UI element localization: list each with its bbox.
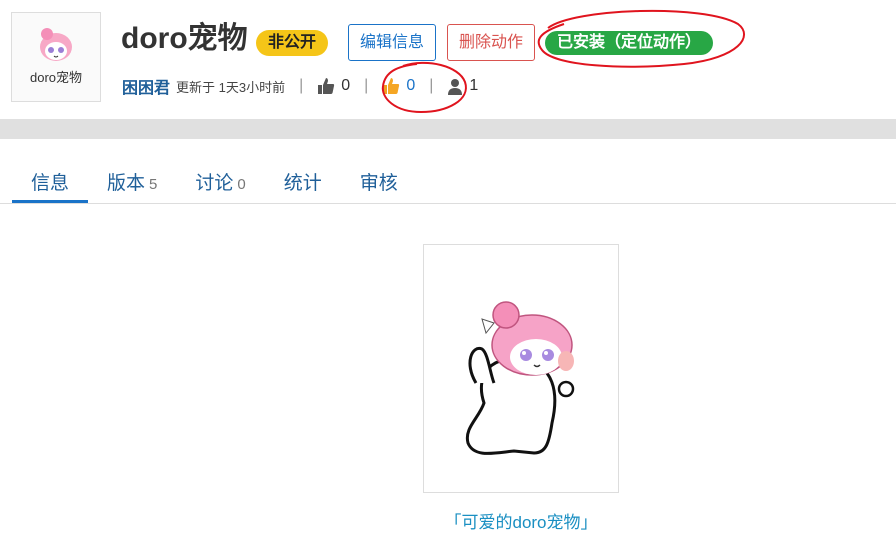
action-thumbnail: doro宠物 [11,12,101,102]
thumbs-up-count: 0 [406,77,416,94]
visibility-badge: 非公开 [256,30,329,56]
doro-character-illustration [465,301,575,455]
tab-info[interactable]: 信息 [12,160,89,203]
thumbnail-label: doro宠物 [29,70,83,85]
tab-label: 讨论 [195,173,234,194]
user-icon [448,78,463,95]
thumbs-up-orange-icon [383,78,400,94]
thumbs-up-stat[interactable]: 0 [382,77,415,95]
like-count: 0 [341,77,351,94]
tab-label: 版本 [107,173,146,194]
tab-label: 统计 [283,173,322,194]
tabs-underline [0,203,896,204]
tab-versions[interactable]: 版本 5 [88,160,176,203]
preview-image-frame[interactable] [423,244,619,493]
edit-info-button[interactable]: 编辑信息 [348,24,437,61]
like-stat[interactable]: 0 [317,77,350,95]
author-link[interactable]: 困困君 [122,74,170,98]
tab-review[interactable]: 审核 [341,160,417,203]
updated-time: 更新于 1天3小时前 [176,79,286,95]
tab-count: 0 [237,176,246,193]
tab-label: 信息 [31,173,70,194]
tab-bar: 信息 版本 5 讨论 0 统计 审核 [12,160,417,204]
user-count: 1 [469,77,479,94]
user-stat: 1 [447,77,478,95]
preview-caption: 「可爱的doro宠物」 [444,513,598,532]
meta-row: 困困君 更新于 1天3小时前 | 0 | 0 | 1 [122,74,478,98]
section-divider [0,119,896,139]
doro-avatar-icon [40,28,72,61]
separator: | [299,77,304,94]
delete-action-button[interactable]: 删除动作 [447,24,536,61]
page-title: doro宠物 [121,22,248,55]
separator: | [429,77,434,94]
installed-badge[interactable]: 已安装（定位动作） [545,31,714,55]
tab-discussion[interactable]: 讨论 0 [176,160,264,203]
tab-label: 审核 [359,173,398,194]
separator: | [364,77,369,94]
thumbs-up-dark-icon [318,78,335,94]
tab-count: 5 [149,176,158,193]
tab-statistics[interactable]: 统计 [265,160,341,203]
